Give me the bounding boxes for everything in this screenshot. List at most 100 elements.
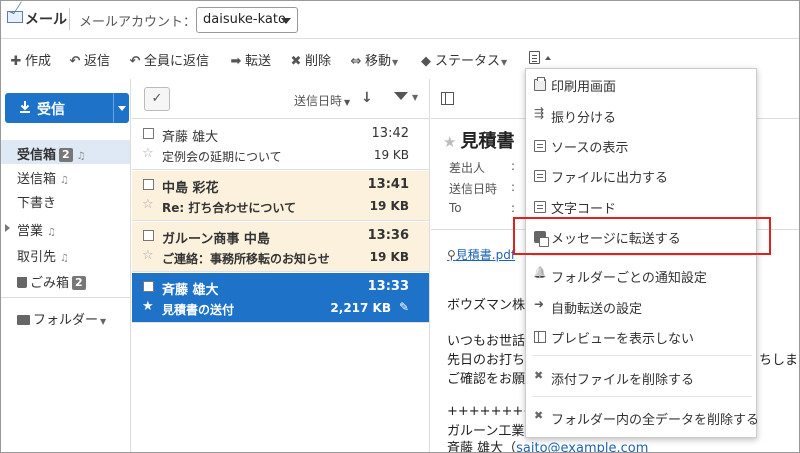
receive-label: 受信 — [37, 102, 65, 118]
menu-divider — [532, 355, 752, 356]
colon: : — [511, 159, 516, 173]
sort-direction-icon[interactable]: ↓ — [361, 90, 373, 106]
star-icon[interactable]: ★ — [142, 299, 154, 314]
filter-icon[interactable] — [394, 92, 408, 100]
compose-button[interactable]: ✚ 作成 — [9, 50, 51, 69]
folder-menu-label: フォルダー — [33, 313, 99, 328]
star-icon[interactable]: ☆ — [142, 248, 154, 263]
forward-button[interactable]: ➡ 転送 — [229, 50, 271, 69]
from-label: 差出人 — [449, 161, 486, 175]
dropdown-icon: ▼ — [344, 98, 351, 107]
star-icon[interactable]: ☆ — [142, 197, 154, 212]
folder-label: 下書き — [17, 196, 57, 211]
select-all-checkbox[interactable]: ✓ — [144, 87, 170, 111]
folder-label: 受信箱 — [17, 148, 57, 163]
plus-icon: ✚ — [10, 54, 22, 69]
menu-item-view-source[interactable]: ソースの表示 — [526, 132, 756, 160]
bell-icon — [534, 270, 546, 282]
list-icon — [529, 51, 540, 64]
attachment-filename: 見積書.pdf — [455, 248, 516, 262]
folder-clients[interactable]: 取引先 ♫ — [1, 242, 130, 266]
message-row[interactable]: ☆ 中島 彩花 13:41 Re: 打ち合わせについて 19 KB — [132, 171, 429, 221]
message-row[interactable]: ☆ 斉藤 雄大 13:42 定例会の延期について 19 KB — [132, 120, 429, 170]
folder-sales[interactable]: 営業 ♫ — [1, 216, 130, 240]
message-row[interactable]: ☆ ガルーン商事 中島 13:36 ご連絡：事務所移転のお知らせ 19 KB — [132, 222, 429, 272]
menu-item-label: ソースの表示 — [551, 141, 629, 156]
chevron-down-icon — [281, 18, 291, 24]
attachment-link[interactable]: ⚲見積書.pdf — [447, 246, 515, 263]
dropdown-icon: ▼ — [392, 58, 399, 67]
app-header: メール メールアカウント： daisuke-kato — [1, 1, 799, 39]
panel-toggle-icon[interactable] — [441, 92, 454, 105]
forward-label: 転送 — [245, 54, 272, 69]
folder-trash[interactable]: ごみ箱 2 — [1, 268, 130, 292]
reply-all-label: 全員に返信 — [144, 54, 210, 69]
message-checkbox[interactable] — [143, 179, 154, 190]
folder-label: 営業 — [17, 224, 44, 239]
receive-dropdown-button[interactable] — [113, 93, 129, 123]
colon: : — [511, 180, 516, 194]
reply-all-icon: ↶ — [129, 54, 141, 69]
sort-select[interactable]: 送信日時 ▼ — [294, 92, 350, 109]
message-checkbox[interactable] — [143, 230, 154, 241]
message-list-pane: ✓ 送信日時 ▼ ↓ ▼ ☆ 斉藤 雄大 13:42 定例会の延期について 19 … — [132, 79, 430, 452]
paperclip-icon: ⚲ — [447, 248, 456, 262]
body-line: ボウズマン株 — [447, 298, 526, 313]
menu-divider — [532, 396, 752, 397]
reply-all-button[interactable]: ↶ 全員に返信 — [128, 50, 209, 69]
menu-item-export-file[interactable]: ファイルに出力する — [526, 162, 756, 190]
menu-item-sort[interactable]: 振り分ける — [526, 102, 756, 130]
message-checkbox[interactable] — [143, 128, 154, 139]
menu-item-folder-notifications[interactable]: フォルダーごとの通知設定 — [526, 262, 756, 290]
colon: : — [511, 201, 516, 215]
expand-icon[interactable] — [5, 224, 10, 232]
folder-drafts[interactable]: 下書き — [1, 188, 130, 212]
bell-icon: ♫ — [60, 175, 69, 186]
menu-item-hide-preview[interactable]: プレビューを表示しない — [526, 323, 756, 351]
reply-button[interactable]: ↶ 返信 — [68, 50, 110, 69]
menu-item-label: 印刷用画面 — [551, 80, 617, 95]
account-select[interactable]: daisuke-kato — [196, 7, 298, 33]
unread-badge: 2 — [72, 276, 86, 290]
menu-item-label: 添付ファイルを削除する — [551, 373, 695, 388]
app-title[interactable]: メール — [25, 9, 67, 29]
header-divider — [69, 8, 70, 30]
document-icon — [534, 140, 546, 152]
folder-inbox[interactable]: 受信箱 2 ♫ — [1, 140, 130, 164]
status-button[interactable]: ◆ ステータス▼ — [419, 50, 507, 69]
document-icon — [534, 170, 546, 182]
star-icon[interactable]: ★ — [443, 133, 456, 151]
message-size: 19 KB — [369, 250, 409, 264]
message-subject: Re: 打ち合わせについて — [162, 201, 296, 215]
menu-item-label: フォルダー内の全データを削除する — [551, 413, 760, 428]
message-sender: 斉藤 雄大 — [162, 283, 219, 298]
message-row-selected[interactable]: ★ 斉藤 雄大 13:33 見積書の送付 2,217 KB ✎ — [132, 273, 429, 323]
body-line: ご確認をお願 — [447, 372, 526, 387]
tag-icon: ◆ — [421, 54, 431, 69]
to-label: To — [449, 201, 462, 215]
menu-item-auto-forward[interactable]: 自動転送の設定 — [526, 293, 756, 321]
message-size: 2,217 KB — [330, 301, 391, 315]
email-link[interactable]: saito@example.com — [516, 441, 648, 452]
account-value: daisuke-kato — [203, 12, 286, 27]
mail-subject-text: 見積書 — [460, 131, 515, 152]
menu-item-delete-folder-data[interactable]: フォルダー内の全データを削除する — [526, 404, 760, 432]
delete-button[interactable]: ✖ 削除 — [289, 50, 331, 69]
folder-sent[interactable]: 送信箱 ♫ — [1, 164, 130, 188]
body-line: いつもお世話 — [447, 334, 526, 349]
sent-label: 送信日時 — [449, 182, 498, 196]
bell-icon: ♫ — [76, 151, 86, 162]
unread-badge: 2 — [59, 148, 73, 162]
body-line: 先日のお打ち — [447, 353, 526, 368]
move-button[interactable]: ⇔ 移動▼ — [349, 50, 399, 69]
message-checkbox[interactable] — [143, 281, 154, 292]
star-icon[interactable]: ☆ — [142, 146, 154, 161]
receive-button[interactable]: 受信 — [5, 93, 113, 123]
folder-pane: 受信 受信箱 2 ♫ 送信箱 ♫ 下書き 営業 ♫ 取引先 ♫ ごみ箱 2 フォルダー ▼ — [1, 79, 131, 452]
message-list-header: ✓ 送信日時 ▼ ↓ ▼ — [132, 79, 430, 119]
menu-item-delete-attachments[interactable]: 添付ファイルを削除する — [526, 364, 756, 392]
body-line-fragment: ちしまし — [759, 353, 799, 368]
mail-subject: ★ 見積書 — [443, 127, 514, 153]
folder-menu-button[interactable]: フォルダー ▼ — [1, 305, 130, 329]
menu-item-print[interactable]: 印刷用画面 — [526, 71, 756, 99]
